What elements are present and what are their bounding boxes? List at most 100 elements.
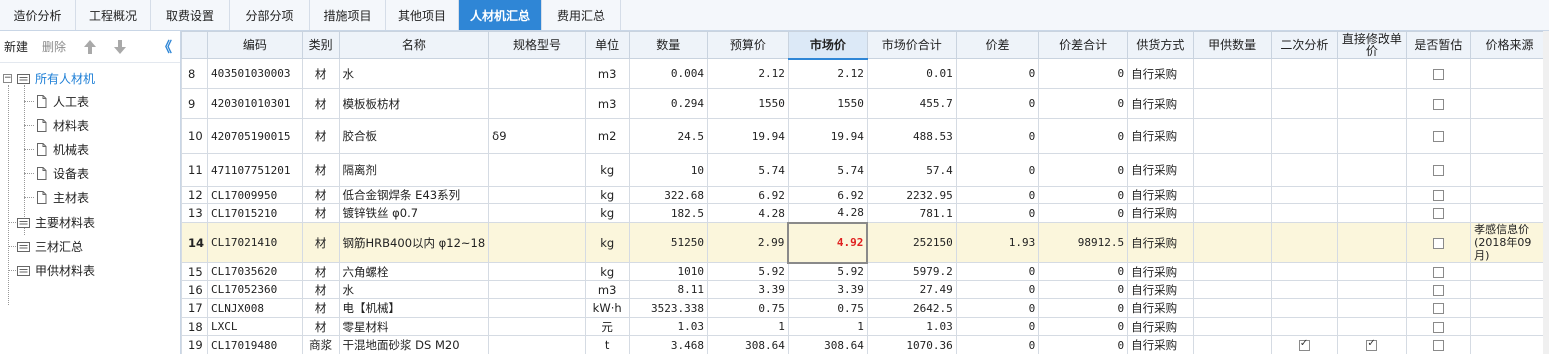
tree-node-child-1[interactable]: 材料表 bbox=[35, 114, 89, 136]
market-total-cell[interactable]: 1070.36 bbox=[866, 335, 957, 354]
quantity-cell[interactable]: 182.5 bbox=[628, 203, 708, 223]
code-cell[interactable]: CL17019480 bbox=[207, 335, 303, 354]
market-total-cell[interactable]: 252150 bbox=[866, 222, 957, 263]
column-header-6[interactable]: 预算价 bbox=[706, 31, 789, 59]
owner-supply-qty-cell[interactable] bbox=[1192, 280, 1272, 299]
tree-node-all[interactable]: 所有人材机 bbox=[17, 67, 95, 89]
provisional-checkbox[interactable] bbox=[1432, 321, 1444, 333]
tree-node-other-2[interactable]: 甲供材料表 bbox=[17, 259, 95, 281]
category-cell[interactable]: 材 bbox=[301, 280, 340, 299]
spec-cell[interactable] bbox=[488, 335, 586, 354]
supply-method-cell[interactable]: 自行采购 bbox=[1127, 153, 1194, 187]
code-cell[interactable]: 420301010301 bbox=[207, 88, 303, 119]
price-source-cell[interactable] bbox=[1470, 280, 1549, 299]
tab-1[interactable]: 工程概况 bbox=[76, 0, 151, 30]
spec-cell[interactable] bbox=[488, 298, 586, 318]
code-cell[interactable]: 471107751201 bbox=[207, 153, 303, 187]
quantity-cell[interactable]: 0.004 bbox=[628, 58, 708, 89]
budget-price-cell[interactable]: 2.99 bbox=[706, 222, 789, 263]
column-header-11[interactable]: 供货方式 bbox=[1127, 31, 1194, 59]
table-row[interactable]: 9 420301010301 材模板板枋材 m3 0.294 1550 1550 455.7 0… bbox=[181, 88, 1549, 119]
budget-price-cell[interactable]: 308.64 bbox=[706, 335, 789, 354]
table-row[interactable]: 10 420705190015 材胶合板 δ9 m2 24.5 19.94 19.94 488.… bbox=[181, 118, 1549, 154]
price-source-cell[interactable] bbox=[1470, 262, 1549, 281]
quantity-cell[interactable]: 3.468 bbox=[628, 335, 708, 354]
price-source-cell[interactable] bbox=[1470, 58, 1549, 89]
quantity-cell[interactable]: 3523.338 bbox=[628, 298, 708, 318]
name-cell[interactable]: 隔离剂 bbox=[338, 153, 490, 187]
market-total-cell[interactable]: 2232.95 bbox=[866, 186, 957, 204]
secondary-analysis-checkbox[interactable] bbox=[1298, 338, 1310, 351]
tab-0[interactable]: 造价分析 bbox=[0, 0, 76, 30]
spec-cell[interactable]: δ9 bbox=[488, 118, 586, 154]
supply-method-cell[interactable]: 自行采购 bbox=[1127, 203, 1194, 223]
unit-cell[interactable]: kg bbox=[584, 262, 630, 281]
price-source-cell[interactable] bbox=[1470, 298, 1549, 318]
name-cell[interactable]: 电【机械】 bbox=[338, 298, 490, 318]
column-header-13[interactable]: 二次分析 bbox=[1270, 31, 1339, 59]
move-down-icon[interactable] bbox=[110, 37, 130, 57]
price-source-cell[interactable] bbox=[1470, 118, 1549, 154]
tree-node-child-0[interactable]: 人工表 bbox=[35, 90, 89, 112]
unit-cell[interactable]: kg bbox=[584, 203, 630, 223]
market-price-cell[interactable]: 1 bbox=[787, 317, 868, 336]
quantity-cell[interactable]: 322.68 bbox=[628, 186, 708, 204]
owner-supply-qty-cell[interactable] bbox=[1192, 222, 1272, 263]
code-cell[interactable]: CL17052360 bbox=[207, 280, 303, 299]
tab-3[interactable]: 分部分项 bbox=[230, 0, 310, 30]
supply-method-cell[interactable]: 自行采购 bbox=[1127, 88, 1194, 119]
code-cell[interactable]: 403501030003 bbox=[207, 58, 303, 89]
unit-cell[interactable]: kW·h bbox=[584, 298, 630, 318]
name-cell[interactable]: 低合金钢焊条 E43系列 bbox=[338, 186, 490, 204]
owner-supply-qty-cell[interactable] bbox=[1192, 203, 1272, 223]
name-cell[interactable]: 钢筋HRB400以内 φ12~18 bbox=[338, 222, 490, 263]
spec-cell[interactable] bbox=[488, 186, 586, 204]
unit-cell[interactable]: m3 bbox=[584, 280, 630, 299]
code-cell[interactable]: CL17035620 bbox=[207, 262, 303, 281]
market-total-cell[interactable]: 57.4 bbox=[866, 153, 957, 187]
code-cell[interactable]: CL17015210 bbox=[207, 203, 303, 223]
spec-cell[interactable] bbox=[488, 88, 586, 119]
market-total-cell[interactable]: 781.1 bbox=[866, 203, 957, 223]
owner-supply-qty-cell[interactable] bbox=[1192, 262, 1272, 281]
market-price-cell[interactable]: 3.39 bbox=[787, 280, 868, 299]
diff-total-cell[interactable]: 0 bbox=[1038, 203, 1129, 223]
new-button[interactable]: 新建 bbox=[4, 38, 28, 55]
unit-cell[interactable]: m3 bbox=[584, 58, 630, 89]
budget-price-cell[interactable]: 3.39 bbox=[706, 280, 789, 299]
delete-button[interactable]: 删除 bbox=[42, 38, 66, 55]
tree-node-child-2[interactable]: 机械表 bbox=[35, 138, 89, 160]
supply-method-cell[interactable]: 自行采购 bbox=[1127, 280, 1194, 299]
provisional-checkbox[interactable] bbox=[1432, 165, 1444, 176]
owner-supply-qty-cell[interactable] bbox=[1192, 317, 1272, 336]
price-source-cell[interactable] bbox=[1470, 317, 1549, 336]
diff-total-cell[interactable]: 0 bbox=[1038, 335, 1129, 354]
code-cell[interactable]: CLNJX008 bbox=[207, 298, 303, 318]
diff-total-cell[interactable]: 0 bbox=[1038, 88, 1129, 119]
diff-total-cell[interactable]: 0 bbox=[1038, 280, 1129, 299]
supply-method-cell[interactable]: 自行采购 bbox=[1127, 58, 1194, 89]
tree-node-child-3[interactable]: 设备表 bbox=[35, 162, 89, 184]
category-cell[interactable]: 商浆 bbox=[301, 335, 340, 354]
budget-price-cell[interactable]: 2.12 bbox=[706, 58, 789, 89]
provisional-checkbox[interactable] bbox=[1432, 303, 1444, 314]
market-total-cell[interactable]: 455.7 bbox=[866, 88, 957, 119]
provisional-checkbox[interactable] bbox=[1432, 190, 1444, 201]
provisional-checkbox[interactable] bbox=[1432, 98, 1444, 110]
category-cell[interactable]: 材 bbox=[301, 118, 340, 154]
price-diff-cell[interactable]: 0 bbox=[955, 186, 1040, 204]
price-diff-cell[interactable]: 0 bbox=[955, 298, 1040, 318]
owner-supply-qty-cell[interactable] bbox=[1192, 88, 1272, 119]
code-cell[interactable]: LXCL bbox=[207, 317, 303, 336]
spec-cell[interactable] bbox=[488, 203, 586, 223]
quantity-cell[interactable]: 1.03 bbox=[628, 317, 708, 336]
price-source-cell[interactable] bbox=[1470, 203, 1549, 223]
budget-price-cell[interactable]: 19.94 bbox=[706, 118, 789, 154]
supply-method-cell[interactable]: 自行采购 bbox=[1127, 186, 1194, 204]
supply-method-cell[interactable]: 自行采购 bbox=[1127, 298, 1194, 318]
tree-node-other-1[interactable]: 三材汇总 bbox=[17, 235, 83, 257]
owner-supply-qty-cell[interactable] bbox=[1192, 186, 1272, 204]
column-header-2[interactable]: 名称 bbox=[338, 31, 490, 59]
provisional-checkbox[interactable] bbox=[1432, 68, 1444, 80]
spec-cell[interactable] bbox=[488, 280, 586, 299]
